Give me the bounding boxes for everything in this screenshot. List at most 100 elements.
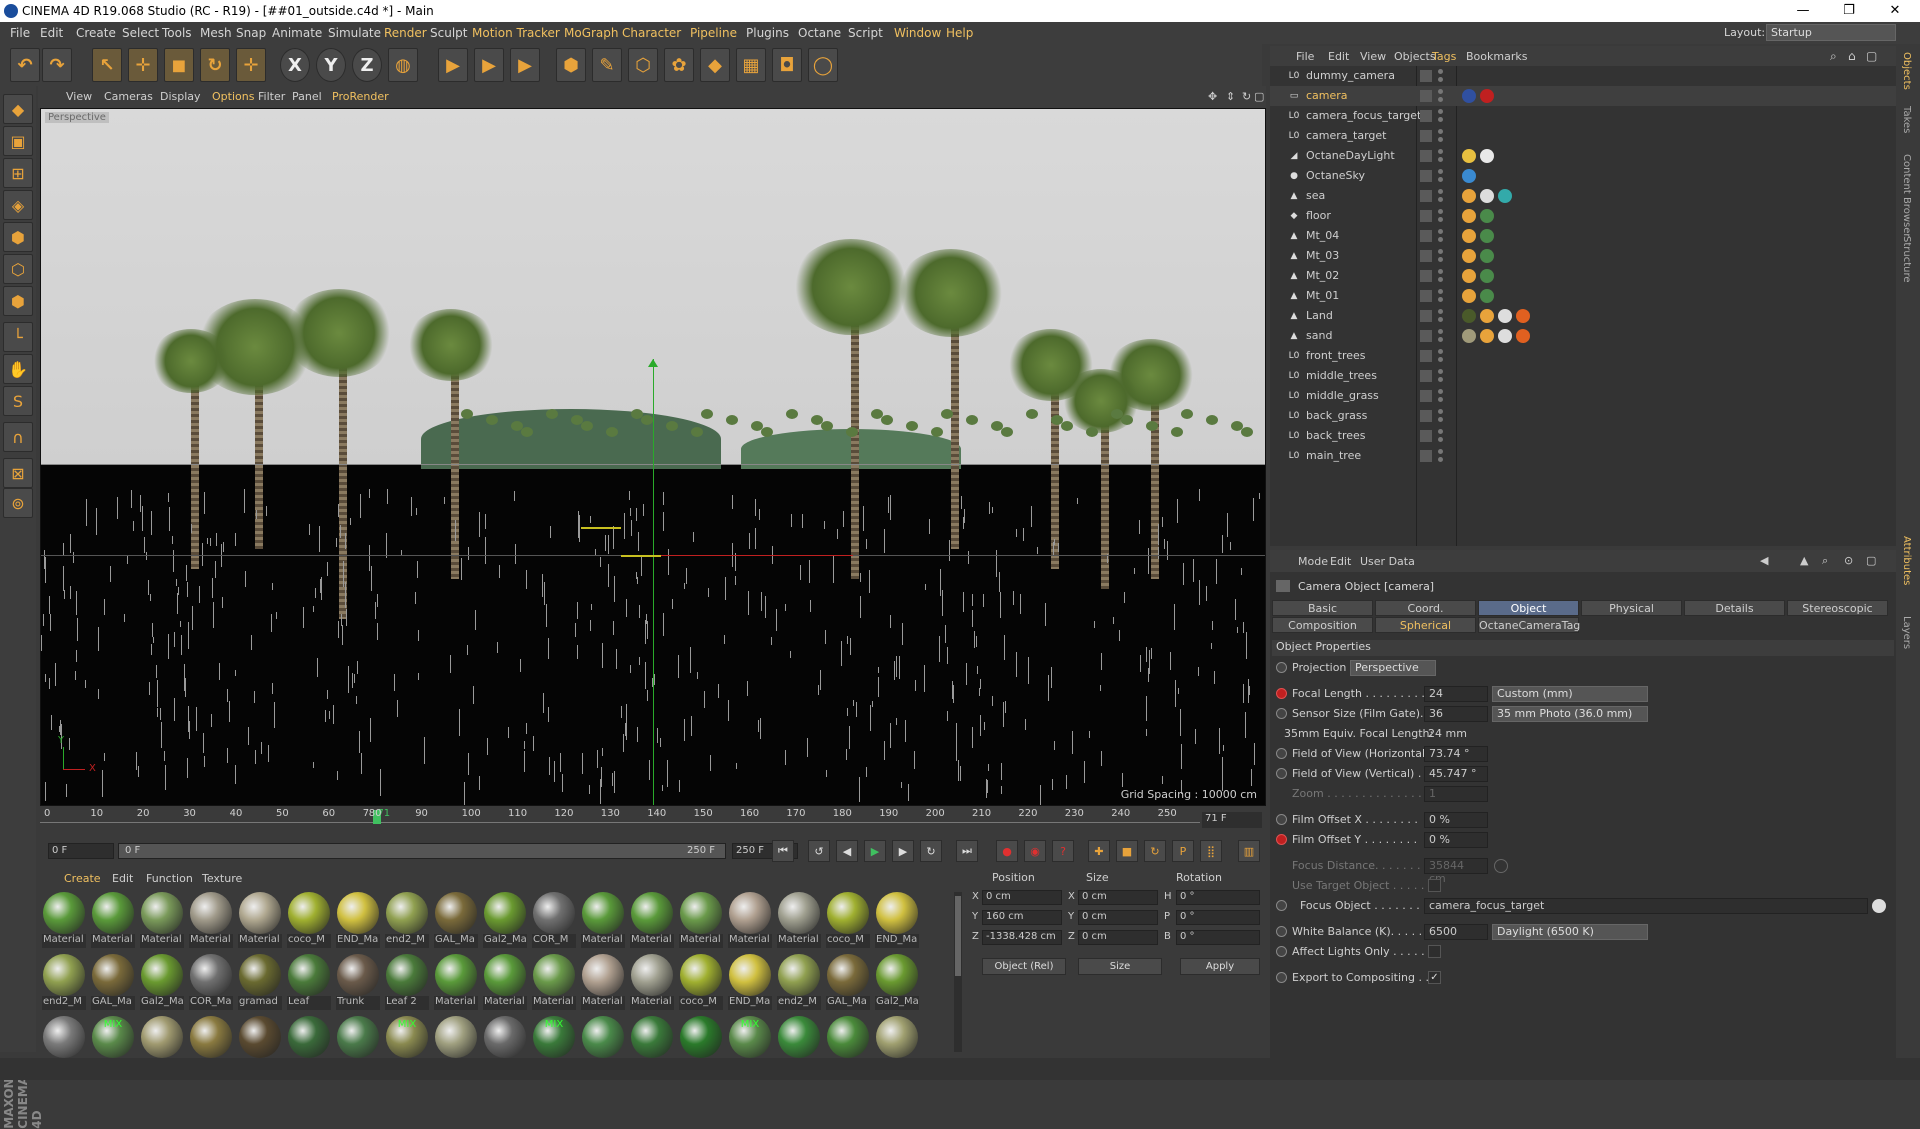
side-tab-content-browser[interactable]: Content Browser bbox=[1901, 154, 1912, 237]
position-x-field[interactable]: 0 cm bbox=[982, 890, 1062, 905]
model-mode-icon[interactable]: ▣ bbox=[3, 126, 33, 156]
tab-composition[interactable]: Composition bbox=[1272, 617, 1373, 633]
editor-visibility-dot[interactable] bbox=[1438, 389, 1443, 394]
material-menu-texture[interactable]: Texture bbox=[202, 872, 242, 885]
material-scrollbar[interactable] bbox=[954, 892, 962, 1052]
material-swatch[interactable]: END_Ma bbox=[336, 892, 380, 952]
y-axis-icon[interactable]: Y bbox=[316, 48, 346, 82]
keyframe-selection-icon[interactable]: ? bbox=[1052, 840, 1074, 862]
tab-octanecameratag[interactable]: OctaneCameraTag bbox=[1478, 617, 1580, 633]
material-swatch[interactable]: Leaf 2 bbox=[385, 954, 429, 1014]
render-visibility-dot[interactable] bbox=[1438, 257, 1443, 262]
export-anim-icon[interactable] bbox=[1276, 972, 1287, 983]
editor-visibility-dot[interactable] bbox=[1438, 369, 1443, 374]
position-z-field[interactable]: -1338.428 cm bbox=[982, 930, 1062, 945]
light-icon[interactable]: ◯ bbox=[808, 48, 838, 82]
render-visibility-dot[interactable] bbox=[1438, 457, 1443, 462]
camera-icon[interactable]: ◘ bbox=[772, 48, 802, 82]
editor-visibility-dot[interactable] bbox=[1438, 229, 1443, 234]
workplane-icon[interactable]: ◈ bbox=[3, 190, 33, 220]
next-key-icon[interactable]: ↻ bbox=[920, 840, 942, 862]
menu-plugins[interactable]: Plugins bbox=[746, 26, 789, 40]
lock-icon[interactable]: ⊙ bbox=[1844, 554, 1853, 567]
object-row-dummy-camera[interactable]: L0 dummy_camera bbox=[1270, 66, 1896, 86]
layout-dropdown[interactable]: Startup bbox=[1766, 24, 1896, 41]
size-y-field[interactable]: 0 cm bbox=[1078, 910, 1158, 925]
render-visibility-dot[interactable] bbox=[1438, 217, 1443, 222]
material-swatch[interactable]: end2_M bbox=[42, 954, 86, 1014]
key-position-icon[interactable]: ✚ bbox=[1088, 840, 1110, 862]
material-menu-edit[interactable]: Edit bbox=[112, 872, 133, 885]
object-tag-icon[interactable] bbox=[1462, 169, 1476, 183]
object-row-mt-01[interactable]: ▲ Mt_01 bbox=[1270, 286, 1896, 306]
material-swatch[interactable]: GAL_Ma bbox=[434, 892, 478, 952]
editor-visibility-dot[interactable] bbox=[1438, 329, 1443, 334]
editor-visibility-dot[interactable] bbox=[1438, 249, 1443, 254]
render-visibility-dot[interactable] bbox=[1438, 417, 1443, 422]
offy-anim-icon[interactable] bbox=[1276, 834, 1287, 845]
fovv-anim-icon[interactable] bbox=[1276, 768, 1287, 779]
layer-icon[interactable] bbox=[1420, 290, 1432, 302]
side-tab-takes[interactable]: Takes bbox=[1901, 106, 1912, 133]
material-swatch[interactable]: Material bbox=[630, 892, 674, 952]
maximize-button[interactable]: ❐ bbox=[1826, 0, 1872, 22]
make-editable-icon[interactable]: ◆ bbox=[3, 94, 33, 124]
menu-animate[interactable]: Animate bbox=[272, 26, 322, 40]
render-visibility-dot[interactable] bbox=[1438, 357, 1443, 362]
key-rotation-icon[interactable]: ↻ bbox=[1144, 840, 1166, 862]
editor-visibility-dot[interactable] bbox=[1438, 189, 1443, 194]
viewport-menu-prorender[interactable]: ProRender bbox=[332, 90, 389, 103]
new-view-icon[interactable]: ▢ bbox=[1866, 554, 1876, 567]
material-swatch[interactable]: Material bbox=[238, 892, 282, 952]
editor-visibility-dot[interactable] bbox=[1438, 289, 1443, 294]
render-visibility-dot[interactable] bbox=[1438, 377, 1443, 382]
object-tag-icon[interactable] bbox=[1462, 189, 1476, 203]
object-menu-bookmarks[interactable]: Bookmarks bbox=[1466, 50, 1527, 63]
fovh-field[interactable]: 73.74 ° bbox=[1424, 746, 1488, 762]
menu-pipeline[interactable]: Pipeline bbox=[690, 26, 737, 40]
object-tag-icon[interactable] bbox=[1480, 89, 1494, 103]
object-tag-icon[interactable] bbox=[1462, 89, 1476, 103]
side-tab-attributes[interactable]: Attributes bbox=[1901, 536, 1912, 585]
object-row-back-trees[interactable]: L0 back_trees bbox=[1270, 426, 1896, 446]
menu-mograph[interactable]: MoGraph bbox=[564, 26, 619, 40]
projection-anim-icon[interactable] bbox=[1276, 662, 1287, 673]
object-tag-icon[interactable] bbox=[1462, 209, 1476, 223]
layer-icon[interactable] bbox=[1420, 310, 1432, 322]
layer-icon[interactable] bbox=[1420, 210, 1432, 222]
texture-mode-icon[interactable]: ⊞ bbox=[3, 158, 33, 188]
material-swatch[interactable]: gramad bbox=[238, 954, 282, 1014]
editor-visibility-dot[interactable] bbox=[1438, 69, 1443, 74]
export-compositing-checkbox[interactable]: ✓ bbox=[1428, 971, 1441, 984]
link-pick-icon[interactable] bbox=[1872, 899, 1886, 913]
render-visibility-dot[interactable] bbox=[1438, 97, 1443, 102]
layer-icon[interactable] bbox=[1420, 170, 1432, 182]
axis-mode-icon[interactable]: └ bbox=[3, 322, 33, 352]
object-menu-view[interactable]: View bbox=[1360, 50, 1386, 63]
focal-preset-dropdown[interactable]: Custom (mm) bbox=[1492, 686, 1648, 702]
zoom-view-icon[interactable]: ⇕ bbox=[1226, 90, 1235, 103]
redo-icon[interactable]: ↷ bbox=[42, 48, 72, 82]
material-swatch[interactable]: Material bbox=[434, 954, 478, 1014]
focal-length-anim-icon[interactable] bbox=[1276, 688, 1287, 699]
tab-physical[interactable]: Physical bbox=[1581, 600, 1682, 616]
material-swatch[interactable]: Material bbox=[532, 954, 576, 1014]
editor-visibility-dot[interactable] bbox=[1438, 169, 1443, 174]
render-visibility-dot[interactable] bbox=[1438, 237, 1443, 242]
sensor-anim-icon[interactable] bbox=[1276, 708, 1287, 719]
new-view-icon[interactable]: ▢ bbox=[1866, 49, 1877, 63]
material-swatch[interactable]: Material bbox=[189, 892, 233, 952]
fovv-field[interactable]: 45.747 ° bbox=[1424, 766, 1488, 782]
sensor-size-field[interactable]: 36 bbox=[1424, 706, 1488, 722]
start-frame-field[interactable]: 0 F bbox=[48, 843, 114, 859]
menu-motion-tracker[interactable]: Motion Tracker bbox=[472, 26, 560, 40]
y-axis-gizmo[interactable] bbox=[653, 359, 654, 805]
layer-icon[interactable] bbox=[1420, 110, 1432, 122]
pick-distance-icon[interactable] bbox=[1494, 859, 1508, 873]
material-swatch[interactable]: COR_Ma bbox=[189, 954, 233, 1014]
white-balance-field[interactable]: 6500 bbox=[1424, 924, 1488, 940]
material-menu-function[interactable]: Function bbox=[146, 872, 193, 885]
position-y-field[interactable]: 160 cm bbox=[982, 910, 1062, 925]
object-tag-icon[interactable] bbox=[1516, 329, 1530, 343]
editor-visibility-dot[interactable] bbox=[1438, 109, 1443, 114]
